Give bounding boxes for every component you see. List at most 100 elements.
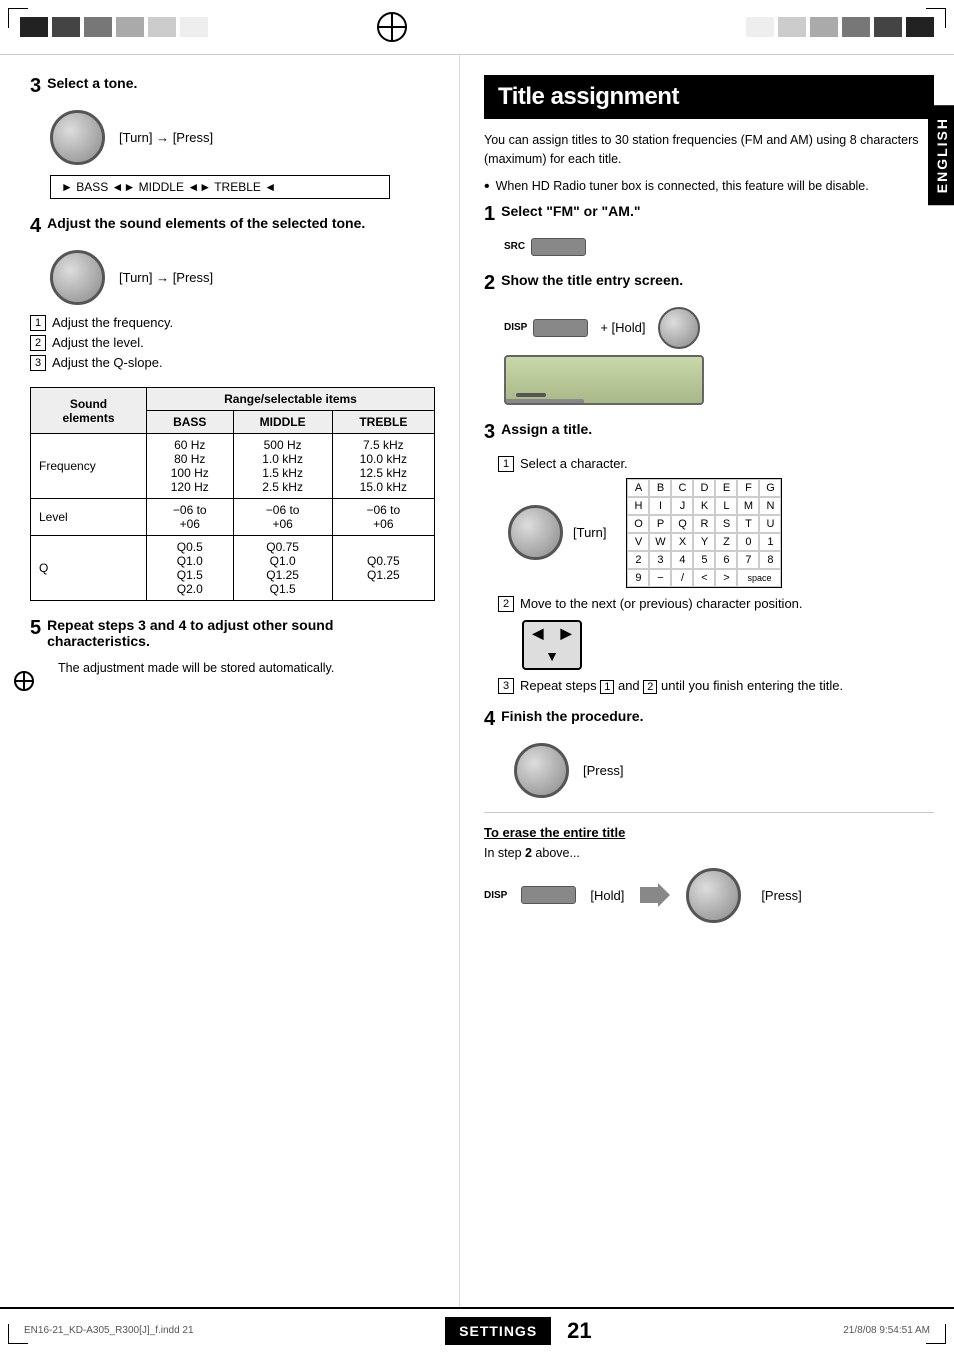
erase-arrow-icon	[640, 883, 670, 907]
char-5: 5	[693, 551, 715, 569]
char-select-knob	[508, 505, 563, 560]
reg-square-6	[180, 17, 208, 37]
right-reg-marks	[746, 17, 934, 37]
step3-knob-icon	[50, 110, 105, 165]
display-screen	[504, 355, 704, 405]
bmt-bar-text: ► BASS ◄► MIDDLE ◄► TREBLE ◄	[61, 180, 276, 194]
erase-knob	[686, 868, 741, 923]
step3-title: Select a tone.	[47, 75, 137, 91]
char-U: U	[759, 515, 781, 533]
table-cell-q-label: Q	[31, 536, 147, 601]
bottom-bar: EN16-21_KD-A305_R300[J]_f.indd 21 SETTIN…	[0, 1307, 954, 1352]
bmt-bar: ► BASS ◄► MIDDLE ◄► TREBLE ◄	[50, 175, 390, 199]
step4-press-label: [Press]	[583, 763, 623, 778]
step3-header: 3 Select a tone.	[30, 75, 435, 98]
char-9: 9	[627, 569, 649, 587]
table-cell-level-treble: −06 to+06	[332, 499, 434, 536]
char-Q: Q	[671, 515, 693, 533]
char-Y: Y	[693, 533, 715, 551]
step3-knob-row: [Turn] → [Press]	[50, 110, 435, 165]
reg-square-r2	[778, 17, 806, 37]
char-1: 1	[759, 533, 781, 551]
sub1-item: 1 Select a character.	[498, 456, 934, 472]
forward-arrow-svg	[640, 883, 670, 907]
char-3: 3	[649, 551, 671, 569]
step2-knob-icon	[658, 307, 700, 349]
right-step1-title: Select "FM" or "AM."	[501, 203, 640, 219]
left-reg-marks	[20, 17, 208, 37]
char-gt: >	[715, 569, 737, 587]
char-M: M	[737, 497, 759, 515]
intro-text: You can assign titles to 30 station freq…	[484, 131, 934, 169]
turn-label: [Turn]	[573, 525, 606, 540]
sub3-text: Repeat steps 1 and 2 until you finish en…	[520, 678, 843, 693]
src-button-row: SRC	[504, 238, 934, 256]
right-step3-title: Assign a title.	[501, 421, 592, 437]
sub3-ref1: 1	[600, 680, 614, 694]
page-number: 21	[567, 1318, 591, 1344]
step5-section: 5 Repeat steps 3 and 4 to adjust other s…	[30, 617, 435, 675]
right-step4: 4 Finish the procedure. [Press]	[484, 708, 934, 798]
char-A: A	[627, 479, 649, 497]
sub3-item: 3 Repeat steps 1 and 2 until you finish …	[498, 678, 934, 694]
erase-section: To erase the entire title In step 2 abov…	[484, 812, 934, 923]
right-step3: 3 Assign a title. 1 Select a character. …	[484, 421, 934, 694]
step5-title: Repeat steps 3 and 4 to adjust other sou…	[47, 617, 435, 649]
right-step1-header: 1 Select "FM" or "AM."	[484, 203, 934, 226]
left-column: 3 Select a tone. [Turn] → [Press] ► BASS…	[0, 55, 460, 1307]
erase-disp-btn	[521, 886, 576, 904]
left-crosshair	[14, 671, 34, 691]
step4-item2-text: Adjust the level.	[52, 335, 144, 350]
right-step3-number: 3	[484, 421, 495, 444]
erase-press-label: [Press]	[761, 888, 801, 903]
right-step2: 2 Show the title entry screen. DISP + [H…	[484, 272, 934, 405]
sub3-ref2: 2	[643, 680, 657, 694]
sub1-num: 1	[498, 456, 514, 472]
char-H: H	[627, 497, 649, 515]
char-T: T	[737, 515, 759, 533]
table-cell-q-middle: Q0.75Q1.0Q1.25Q1.5	[233, 536, 332, 601]
title-assignment-header: Title assignment	[484, 75, 934, 119]
step4-header: 4 Adjust the sound elements of the selec…	[30, 215, 435, 238]
settings-badge: SETTINGS	[445, 1317, 551, 1345]
disp-label: DISP	[504, 322, 527, 333]
step4-item1-text: Adjust the frequency.	[52, 315, 173, 330]
right-step1-number: 1	[484, 203, 495, 226]
erase-disp-label: DISP	[484, 890, 507, 901]
bullet-text: When HD Radio tuner box is connected, th…	[496, 179, 869, 193]
char-space: space	[737, 569, 781, 587]
step3-number: 3	[30, 75, 41, 98]
step4-knob-press-row: [Press]	[514, 743, 934, 798]
reg-square-2	[52, 17, 80, 37]
sub2-text: Move to the next (or previous) character…	[520, 596, 803, 611]
char-P: P	[649, 515, 671, 533]
knob-char-row: [Turn] A B C D E F G H	[508, 478, 934, 588]
step4-item1: 1 Adjust the frequency.	[30, 315, 435, 331]
right-step3-sub2: 2 Move to the next (or previous) charact…	[498, 596, 934, 670]
table-cell-level-middle: −06 to+06	[233, 499, 332, 536]
table-cell-level-label: Level	[31, 499, 147, 536]
corner-mark-tl	[8, 8, 28, 28]
step4-title: Adjust the sound elements of the selecte…	[47, 215, 365, 231]
right-step2-number: 2	[484, 272, 495, 295]
corner-mark-br	[926, 1324, 946, 1344]
char-N: N	[759, 497, 781, 515]
down-arrow-icon: ▼	[545, 648, 559, 664]
right-arrow-icon: ▶	[561, 625, 572, 642]
char-row-5: 2 3 4 5 6 7 8	[627, 551, 781, 569]
english-tab: ENGLISH	[928, 105, 954, 205]
table-header-range: Range/selectable items	[146, 388, 434, 411]
footer-right: SETTINGS 21	[445, 1317, 592, 1345]
table-cell-freq-treble: 7.5 kHz10.0 kHz12.5 kHz15.0 kHz	[332, 434, 434, 499]
char-I: I	[649, 497, 671, 515]
corner-mark-bl	[8, 1324, 28, 1344]
step5-number: 5	[30, 617, 41, 640]
right-column: ENGLISH Title assignment You can assign …	[460, 55, 954, 1307]
right-step1: 1 Select "FM" or "AM." SRC	[484, 203, 934, 256]
char-8: 8	[759, 551, 781, 569]
table-row-q: Q Q0.5Q1.0Q1.5Q2.0 Q0.75Q1.0Q1.25Q1.5 Q0…	[31, 536, 435, 601]
right-step3-sub3: 3 Repeat steps 1 and 2 until you finish …	[498, 678, 934, 694]
table-cell-freq-bass: 60 Hz80 Hz100 Hz120 Hz	[146, 434, 233, 499]
table-row-frequency: Frequency 60 Hz80 Hz100 Hz120 Hz 500 Hz1…	[31, 434, 435, 499]
char-grid: A B C D E F G H I J K	[626, 478, 782, 588]
